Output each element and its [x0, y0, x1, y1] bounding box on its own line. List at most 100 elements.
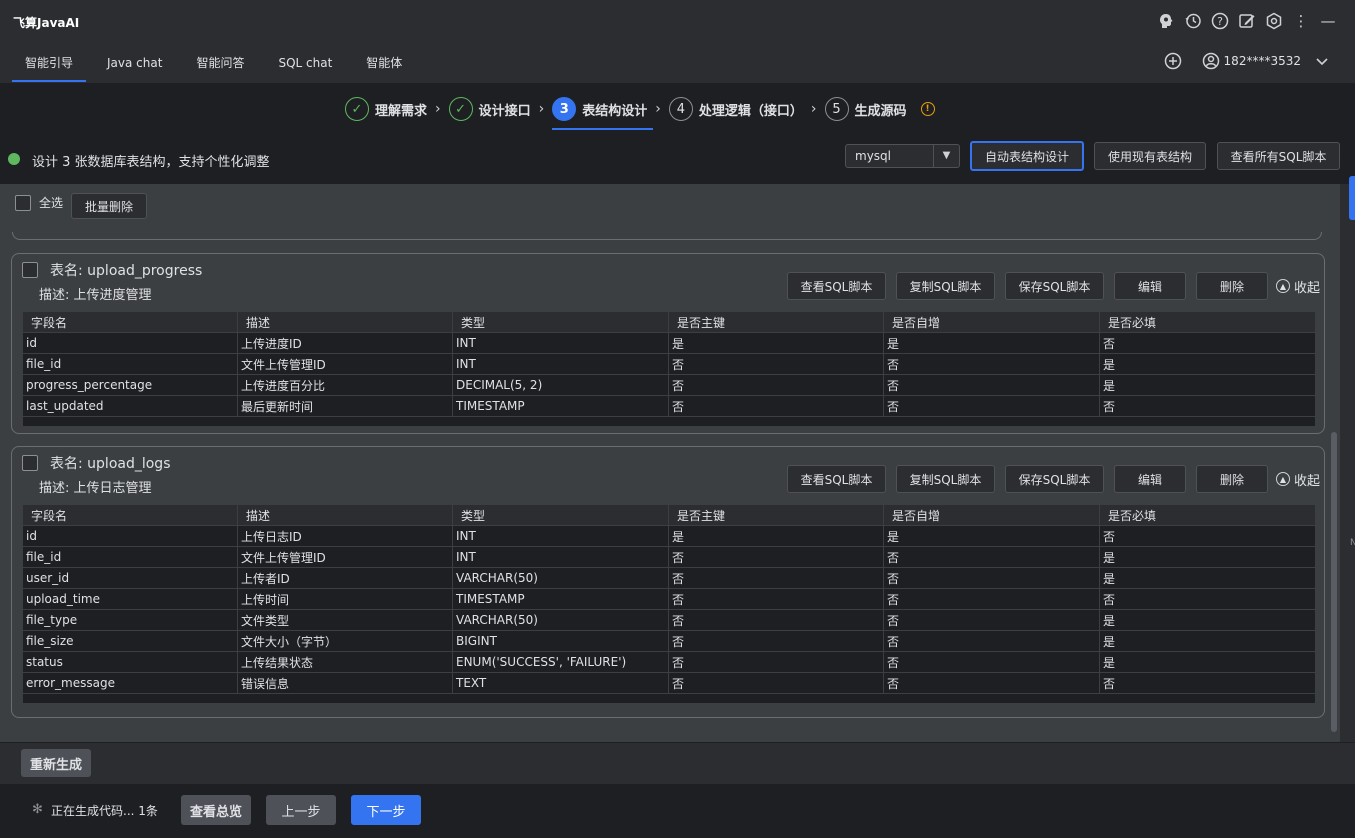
table-cell: progress_percentage [22, 374, 238, 396]
step-3[interactable]: 3 表结构设计 [552, 94, 654, 130]
warning-icon[interactable]: ! [920, 102, 935, 116]
table-row: file_size 文件大小（字节） BIGINT 否否是 [22, 630, 1316, 652]
save-sql-button[interactable]: 保存SQL脚本 [1004, 272, 1104, 300]
column-header: 类型 [452, 504, 669, 526]
step-label: 处理逻辑（接口） [698, 103, 803, 119]
select-all[interactable]: 全选 [15, 194, 63, 211]
table-cell: 文件上传管理ID [237, 546, 453, 568]
top-icons: ? ⋮ — [1157, 12, 1337, 30]
save-sql-button[interactable]: 保存SQL脚本 [1004, 465, 1104, 493]
chevron-right-icon: › [655, 101, 661, 117]
copy-sql-button[interactable]: 复制SQL脚本 [895, 465, 995, 493]
app-title: 飞算JavaAI [13, 16, 80, 30]
overview-button[interactable]: 查看总览 [181, 795, 251, 825]
delete-button[interactable]: 删除 [1195, 272, 1268, 300]
table-cell: 是 [1099, 353, 1316, 375]
table-cell: 否 [668, 651, 884, 673]
step-5[interactable]: 5 生成源码 [824, 94, 907, 124]
edit-icon[interactable] [1238, 12, 1256, 30]
regenerate-button[interactable]: 重新生成 [21, 749, 91, 777]
table-cell: 否 [668, 546, 884, 568]
collapse-label: 收起 [1293, 280, 1320, 296]
chevron-right-icon: › [810, 101, 817, 117]
collapse-button[interactable]: ▲ 收起 [1275, 470, 1320, 489]
column-header: 是否必填 [1099, 504, 1316, 526]
table-cell: 上传结果状态 [237, 651, 453, 673]
edit-button[interactable]: 编辑 [1113, 465, 1186, 493]
chevron-down-icon[interactable] [1313, 52, 1331, 70]
table-checkbox[interactable] [22, 262, 38, 278]
table-cell: 否 [883, 546, 1100, 568]
table-cell: 否 [883, 353, 1100, 375]
view-sql-button[interactable]: 查看SQL脚本 [786, 465, 886, 493]
table-cell: 否 [883, 567, 1100, 589]
tab-sql-chat[interactable]: SQL chat [265, 44, 345, 82]
table-card-upload-logs: 表名: upload_logs 描述: 上传日志管理 查看SQL脚本 复制SQL… [11, 446, 1325, 718]
user-phone[interactable]: 182****3532 [1224, 54, 1301, 68]
table-cell: 是 [1099, 651, 1316, 673]
step-2[interactable]: ✓ 设计接口 [448, 94, 531, 124]
tab-qa[interactable]: 智能问答 [183, 44, 257, 82]
table-cell: 否 [1099, 588, 1316, 610]
side-panel-handle[interactable] [1349, 176, 1355, 220]
table-cell: 文件大小（字节） [237, 630, 453, 652]
delete-button[interactable]: 删除 [1195, 465, 1268, 493]
select-all-checkbox[interactable] [15, 194, 31, 211]
table-row: last_updated 最后更新时间 TIMESTAMP 否否否 [22, 395, 1316, 417]
step-number: 5 [824, 97, 849, 121]
minimize-icon[interactable]: — [1319, 12, 1337, 30]
table-cell: 否 [668, 567, 884, 589]
table-name: 表名: upload_logs [50, 456, 171, 472]
db-type-select[interactable]: mysql ▼ [845, 144, 960, 168]
table-cell: 文件类型 [237, 609, 453, 631]
column-header: 是否自增 [883, 504, 1100, 526]
previous-card-edge [12, 232, 1322, 240]
table-checkbox[interactable] [22, 455, 38, 471]
collapse-button[interactable]: ▲ 收起 [1275, 277, 1320, 296]
view-sql-button[interactable]: 查看SQL脚本 [786, 272, 886, 300]
table-cell: 是 [1099, 630, 1316, 652]
table-cell: file_size [22, 630, 238, 652]
tab-java-chat[interactable]: Java chat [94, 44, 175, 82]
fields-table: 字段名 描述 类型 是否主键 是否自增 是否必填 id 上传进度ID INT 是是否 file_i… [22, 311, 1316, 427]
help-icon[interactable]: ? [1211, 12, 1229, 30]
table-cell [22, 693, 1316, 704]
batch-delete-button[interactable]: 批量删除 [71, 193, 147, 219]
table-cell: 是 [668, 332, 884, 354]
step-4[interactable]: 4 处理逻辑（接口） [668, 94, 803, 124]
table-row-empty [22, 693, 1316, 704]
copy-sql-button[interactable]: 复制SQL脚本 [895, 272, 995, 300]
table-card-upload-progress: 表名: upload_progress 描述: 上传进度管理 查看SQL脚本 复… [11, 253, 1325, 434]
regen-bar [0, 742, 1355, 784]
vertical-scrollbar[interactable] [1331, 432, 1337, 732]
tab-agent[interactable]: 智能体 [353, 44, 415, 82]
table-row: file_id 文件上传管理ID INT 否否是 [22, 546, 1316, 568]
table-cell: VARCHAR(50) [452, 567, 669, 589]
table-row-empty [22, 416, 1316, 427]
steps: ✓ 理解需求 › ✓ 设计接口 › 3 表结构设计 › 4 处理逻辑（接口） ›… [345, 94, 935, 130]
use-existing-button[interactable]: 使用现有表结构 [1094, 142, 1206, 170]
table-cell: 否 [883, 630, 1100, 652]
step-1[interactable]: ✓ 理解需求 [345, 94, 427, 124]
db-type-value: mysql [855, 149, 891, 163]
table-cell: 否 [1099, 395, 1316, 417]
history-icon[interactable] [1184, 12, 1202, 30]
tab-guide[interactable]: 智能引导 [12, 44, 87, 82]
brain-icon[interactable] [1157, 12, 1175, 30]
step-number: 4 [668, 97, 693, 121]
table-cell: 是 [668, 525, 884, 547]
add-icon[interactable] [1164, 52, 1182, 70]
more-icon[interactable]: ⋮ [1292, 12, 1310, 30]
edit-button[interactable]: 编辑 [1113, 272, 1186, 300]
table-cell: TEXT [452, 672, 669, 694]
prev-step-button[interactable]: 上一步 [266, 795, 336, 825]
column-header: 是否自增 [883, 311, 1100, 333]
next-step-button[interactable]: 下一步 [351, 795, 421, 825]
view-all-sql-button[interactable]: 查看所有SQL脚本 [1217, 142, 1340, 170]
auto-design-button[interactable]: 自动表结构设计 [970, 141, 1084, 171]
table-cell: file_type [22, 609, 238, 631]
user-icon[interactable] [1202, 52, 1220, 70]
settings-icon[interactable] [1265, 12, 1283, 30]
chevron-down-icon[interactable]: ▼ [933, 145, 959, 167]
table-cell: 否 [1099, 332, 1316, 354]
